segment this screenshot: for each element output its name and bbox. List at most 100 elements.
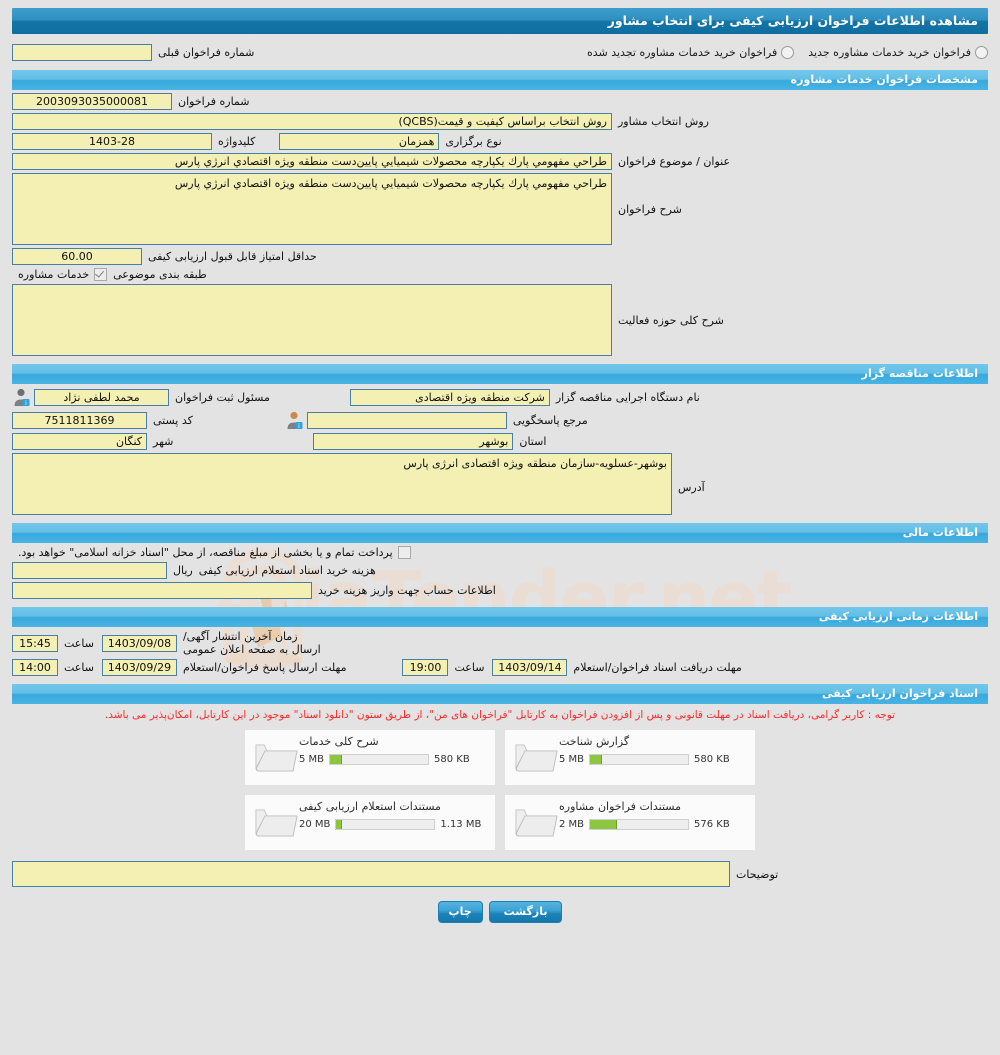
radio-new-call-label: فراخوان خرید خدمات مشاوره جدید (808, 45, 971, 59)
publish-time-input[interactable]: 15:45 (12, 634, 58, 652)
attachments-row: مستندات فراخوان مشاوره 576 KB 2 MB مستند… (244, 794, 756, 851)
row-treasury-note: پرداخت تمام و یا بخشی از مبلغ مناقصه، از… (12, 546, 988, 559)
doc-cost-label: هزینه خرید اسناد استعلام ارزیابی کیفی (198, 564, 376, 577)
classification-checkbox[interactable] (94, 268, 108, 281)
comments-label: توضیحات (736, 867, 779, 881)
attachment-size-bar: 576 KB 2 MB (559, 819, 730, 830)
documents-note: توجه : کاربر گرامی، دریافت اسناد در مهلت… (104, 709, 896, 721)
call-type-row: فراخوان خرید خدمات مشاوره جدید فراخوان خ… (12, 40, 988, 64)
attachment-card[interactable]: مستندات فراخوان مشاوره 576 KB 2 MB (504, 794, 756, 851)
publish-label: زمان آخرین انتشار آگهی/ارسال به صفحه اعل… (182, 630, 321, 656)
attachment-max-size: 20 MB (299, 819, 331, 830)
activity-scope-label: شرح کلی حوزه فعالیت (618, 314, 724, 327)
row-province-city: استان بوشهر شهر کنگان (12, 433, 988, 450)
attachment-card[interactable]: شرح کلی خدمات 580 KB 5 MB (244, 729, 496, 786)
agency-input[interactable]: شرکت منطقه ویژه اقتصادی (349, 388, 550, 406)
row-account-info: اطلاعات حساب جهت واریز هزینه خرید (12, 582, 988, 599)
section-header-specs: مشخصات فراخوان خدمات مشاوره (12, 70, 988, 90)
submit-label: مهلت ارسال پاسخ فراخوان/استعلام (182, 661, 347, 674)
user-icon: i (14, 388, 30, 407)
postal-code-label: کد پستی (153, 413, 193, 427)
province-label: استان (519, 435, 547, 448)
submit-date-input[interactable]: 1403/09/29 (101, 659, 177, 676)
province-input[interactable]: بوشهر (313, 433, 514, 450)
treasury-checkbox[interactable] (397, 546, 411, 559)
description-textarea[interactable]: طراحي مفهومي پارك يكپارچه محصولات شيمياي… (12, 173, 612, 245)
attachment-title: مستندات فراخوان مشاوره (559, 800, 681, 813)
row-receive-submit: مهلت دریافت اسناد فراخوان/استعلام 1403/0… (12, 659, 988, 676)
row-min-score: حداقل امتیاز قابل قبول ارزیابی کیفی 60.0… (12, 248, 988, 265)
min-score-input[interactable]: 60.00 (12, 248, 142, 265)
section-header-documents: اسناد فراخوان ارزیابی کیفی (12, 684, 988, 704)
keyword-label: کلیدواژه (218, 135, 256, 148)
receive-time-input[interactable]: 19:00 (402, 659, 449, 676)
registrar-label: مسئول ثبت فراخوان (175, 390, 270, 404)
previous-call-input[interactable] (12, 43, 152, 61)
selection-method-input[interactable]: روش انتخاب براساس کیفیت و قیمت(QCBS) (12, 113, 612, 130)
attachment-progress-fill (590, 755, 602, 764)
contact-input[interactable] (306, 411, 507, 429)
user-icon: i (287, 411, 303, 430)
city-input[interactable]: کنگان (12, 433, 147, 450)
city-label: شهر (153, 435, 174, 448)
subject-input[interactable]: طراحي مفهومي پارك يكپارچه محصولات شيمياي… (12, 153, 612, 170)
page-title: مشاهده اطلاعات فراخوان ارزیابی کیفی برای… (12, 8, 988, 34)
radio-new-call[interactable] (975, 45, 988, 59)
submit-time-input[interactable]: 14:00 (12, 659, 58, 676)
holding-type-label: نوع برگزاری (445, 135, 502, 148)
receive-label: مهلت دریافت اسناد فراخوان/استعلام (573, 661, 742, 674)
folder-icon (515, 744, 558, 772)
attachment-max-size: 5 MB (559, 754, 585, 765)
radio-renewed-call[interactable] (781, 45, 795, 59)
call-type-radio-group[interactable]: فراخوان خرید خدمات مشاوره جدید فراخوان خ… (577, 45, 988, 59)
row-subject: عنوان / موضوع فراخوان طراحي مفهومي پارك … (12, 153, 988, 170)
postal-code-input[interactable]: 7511811369 (12, 411, 147, 429)
row-description: شرح فراخوان طراحي مفهومي پارك يكپارچه مح… (12, 173, 988, 245)
comments-textarea[interactable] (12, 861, 730, 887)
folder-icon (255, 744, 298, 772)
call-number-input[interactable]: 2003093035000081 (12, 93, 172, 110)
attachment-progress-fill (330, 755, 342, 764)
action-buttons: بازگشت چاپ (0, 901, 1000, 923)
address-label: آدرس (678, 481, 705, 494)
section-header-organizer: اطلاعات مناقصه گزار (12, 364, 988, 384)
receive-date-input[interactable]: 1403/09/14 (492, 659, 568, 676)
attachment-current-size: 576 KB (694, 819, 730, 830)
attachment-max-size: 5 MB (299, 754, 325, 765)
attachment-progress-track (335, 819, 436, 830)
agency-label: نام دستگاه اجرایی مناقصه گزار (555, 390, 700, 404)
attachment-title: شرح کلی خدمات (299, 735, 379, 748)
row-selection-method: روش انتخاب مشاور روش انتخاب براساس کیفیت… (12, 113, 988, 130)
row-address: آدرس بوشهر-عسلویه-سازمان منطقه ویژه اقتص… (12, 453, 988, 515)
attachment-title: گزارش شناخت (559, 735, 630, 748)
classification-value: خدمات مشاوره (18, 268, 90, 281)
address-textarea[interactable]: بوشهر-عسلویه-سازمان منطقه ویژه اقتصادی ا… (12, 453, 672, 515)
row-holding-type: نوع برگزاری همزمان کلیدواژه 1403-28 (12, 133, 988, 150)
subject-label: عنوان / موضوع فراخوان (618, 155, 731, 168)
classification-label: طبقه بندی موضوعی (113, 268, 207, 281)
print-button[interactable]: چاپ (437, 901, 483, 923)
keyword-input[interactable]: 1403-28 (12, 133, 212, 150)
account-info-input[interactable] (12, 582, 312, 599)
section-header-timing: اطلاعات زمانی ارزیابی کیفی (12, 607, 988, 627)
previous-call-label: شماره فراخوان قبلی (158, 45, 255, 59)
attachments-grid: گزارش شناخت 580 KB 5 MB شرح کلی خدمات 58… (12, 729, 988, 851)
row-call-number: شماره فراخوان 2003093035000081 (12, 93, 988, 110)
attachment-progress-track (589, 754, 690, 765)
row-agency: نام دستگاه اجرایی مناقصه گزار شرکت منطقه… (12, 387, 988, 407)
back-button[interactable]: بازگشت (488, 901, 563, 923)
registrar-input[interactable]: محمد لطفی نژاد (34, 388, 169, 406)
treasury-note-label: پرداخت تمام و یا بخشی از مبلغ مناقصه، از… (18, 546, 393, 559)
row-publish-time: زمان آخرین انتشار آگهی/ارسال به صفحه اعل… (12, 630, 988, 656)
doc-cost-input[interactable] (12, 562, 167, 579)
attachment-card[interactable]: گزارش شناخت 580 KB 5 MB (504, 729, 756, 786)
attachment-progress-track (589, 819, 690, 830)
account-info-label: اطلاعات حساب جهت واریز هزینه خرید (318, 584, 496, 597)
previous-call-group: شماره فراخوان قبلی (12, 43, 255, 61)
holding-type-input[interactable]: همزمان (279, 133, 440, 150)
publish-time-label: ساعت (64, 636, 94, 650)
publish-date-input[interactable]: 1403/09/08 (101, 634, 177, 652)
activity-scope-textarea[interactable] (12, 284, 612, 356)
attachment-card[interactable]: مستندات استعلام ارزیابی کیفی 1.13 MB 20 … (244, 794, 496, 851)
min-score-label: حداقل امتیاز قابل قبول ارزیابی کیفی (148, 250, 317, 263)
